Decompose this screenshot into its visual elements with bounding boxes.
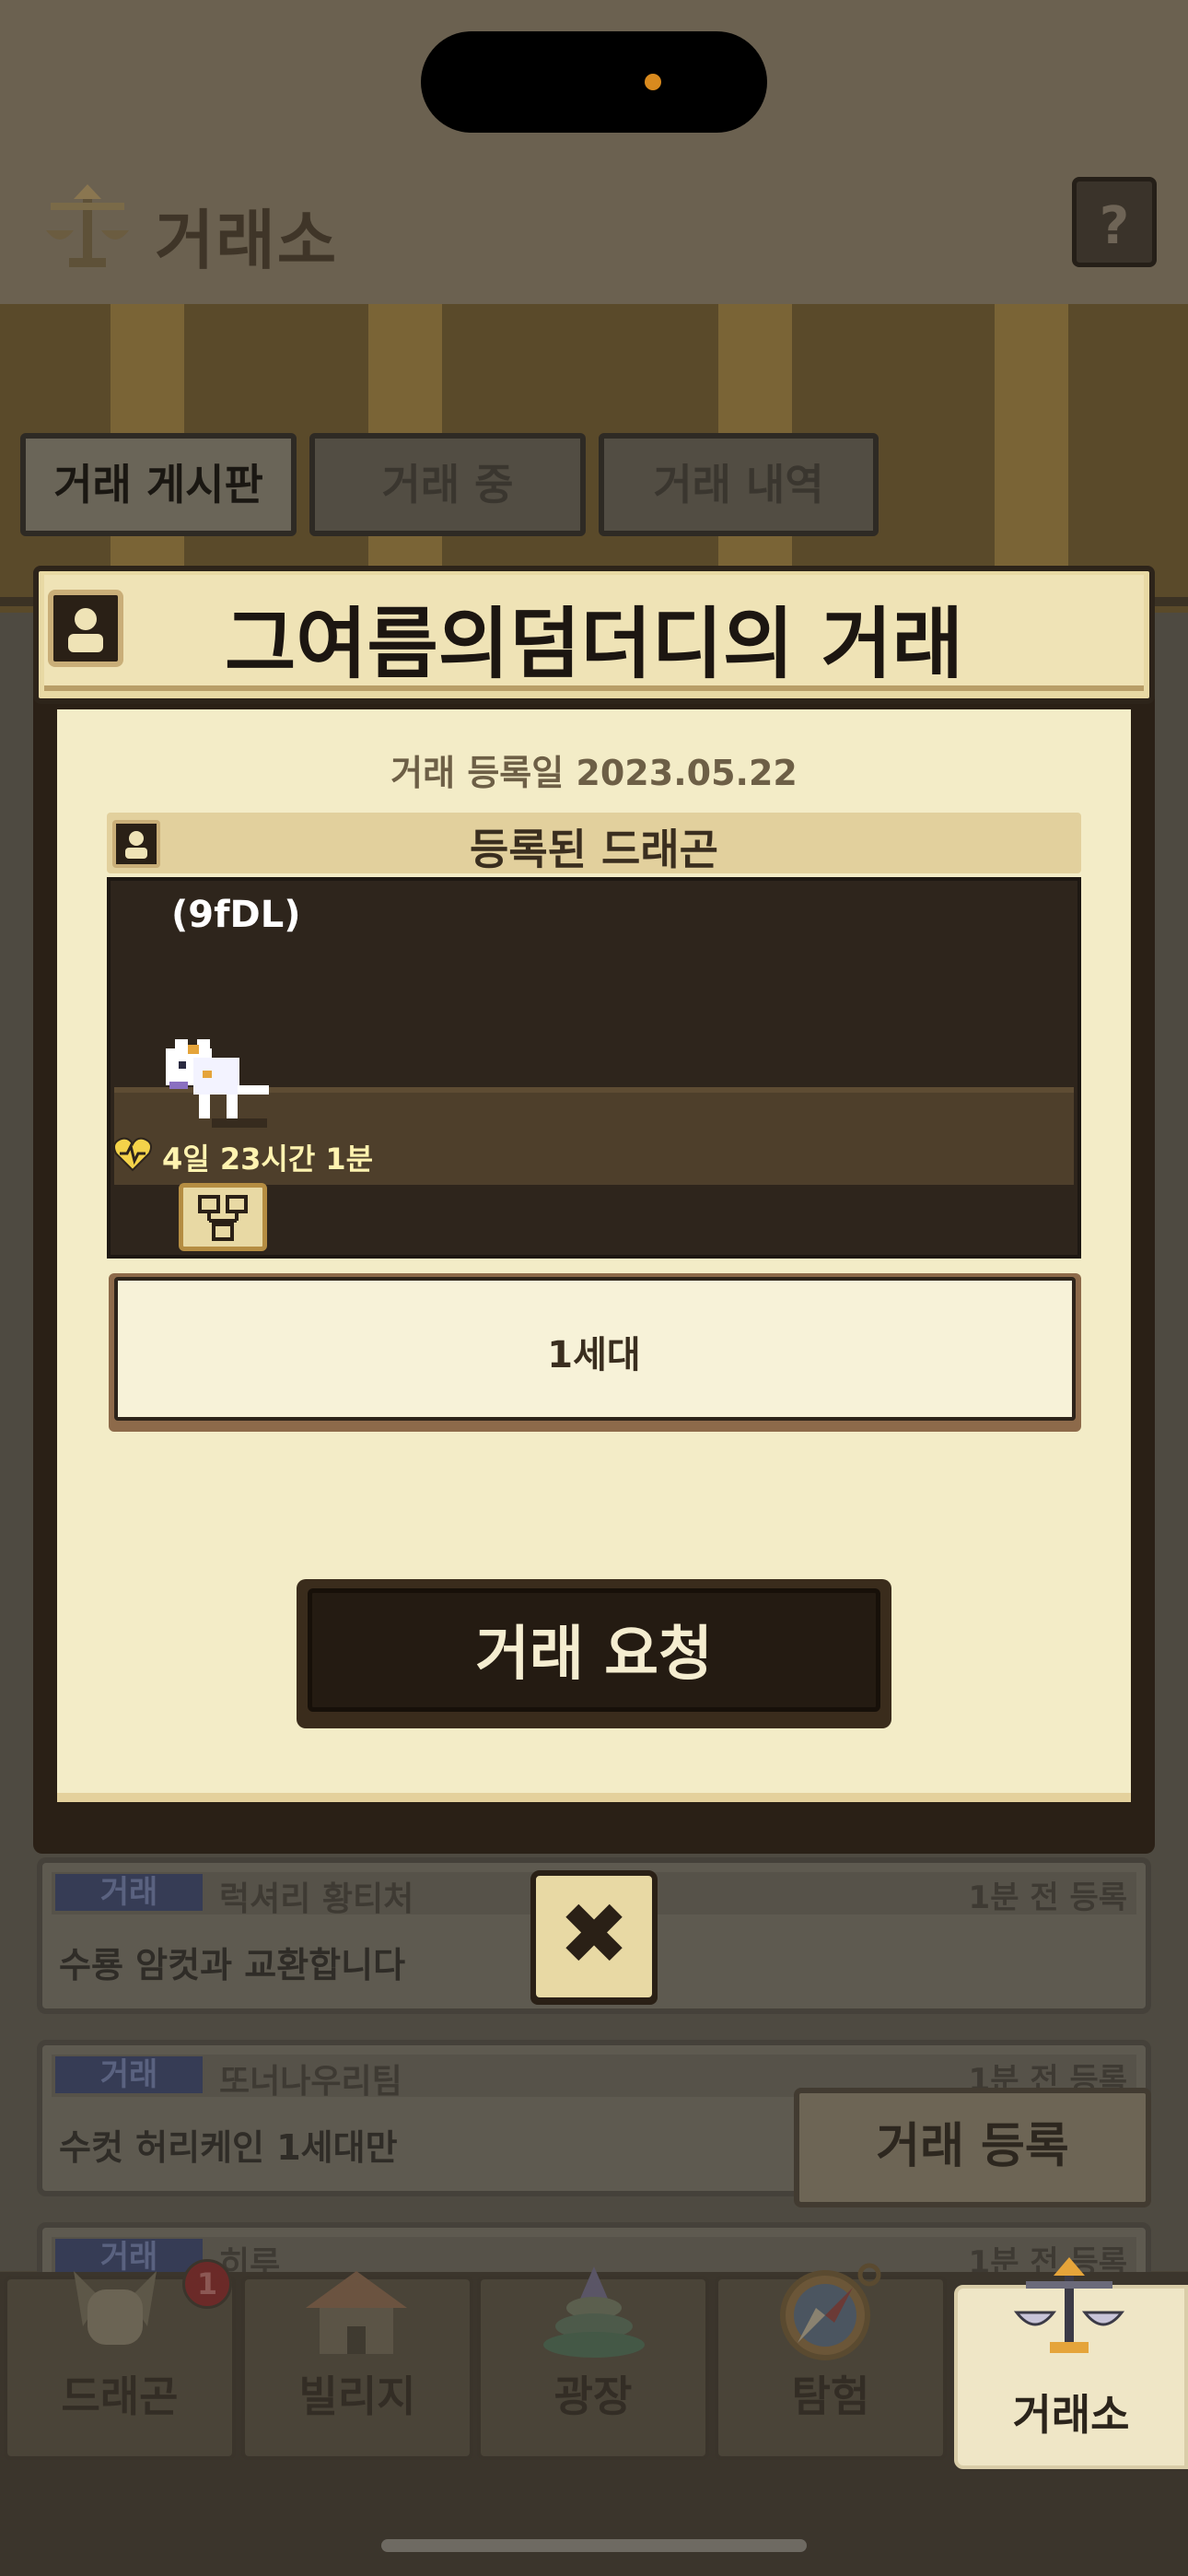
nav-label-plaza: 광장 [553,2371,633,2421]
dragon-id: (9fDL) [171,894,301,936]
family-tree-button[interactable] [179,1183,267,1251]
list-description: 수룡 암컷과 교환합니다 [59,1945,406,1985]
register-trade-button[interactable]: 거래 등록 [794,2088,1151,2207]
camera-indicator [645,74,661,90]
list-description: 수컷 허리케인 1세대만 [59,2127,398,2168]
list-user: 또너나우리팀 [219,2063,402,2101]
list-user: 럭셔리 황티처 [219,1880,414,1918]
nav-label-village: 빌리지 [298,2371,416,2421]
notification-badge: 1 [182,2259,232,2309]
registered-date: 거래 등록일 2023.05.22 [390,753,798,793]
nav-label-explore: 탐험 [791,2371,870,2421]
dynamic-island [421,31,767,133]
nav-label-exchange: 거래소 [1012,2390,1130,2440]
trade-badge: 거래 [55,1874,203,1911]
tab-trade-history[interactable]: 거래 내역 [599,433,879,536]
modal-title: 그여름의덤더디의 거래 [224,599,964,689]
scale-icon [46,184,129,267]
close-icon[interactable]: ✖ [530,1870,658,2003]
dragon-icon [74,2271,157,2345]
list-time: 1분 전 등록 [968,1879,1127,1916]
dragon-section-title: 등록된 드래곤 [470,825,718,874]
village-icon [306,2271,407,2354]
help-button[interactable]: ? [1072,177,1157,267]
trade-request-label: 거래 요청 [475,1621,713,1689]
page-title: 거래소 [155,203,339,278]
nav-label-dragon: 드래곤 [61,2371,179,2421]
generation-label: 1세대 [547,1334,641,1376]
dragon-sprite-icon[interactable] [157,1030,276,1133]
tab-trading[interactable]: 거래 중 [309,433,586,536]
compass-icon [780,2263,881,2360]
scale-icon [1013,2257,1125,2353]
trade-badge: 거래 [55,2056,203,2093]
tab-trade-board[interactable]: 거래 게시판 [20,433,297,536]
life-timer: 4일 23시간 1분 [162,1142,374,1177]
family-tree-icon [198,1195,248,1241]
heart-icon [113,1137,152,1172]
home-indicator[interactable] [381,2539,807,2552]
plaza-icon [543,2266,645,2358]
